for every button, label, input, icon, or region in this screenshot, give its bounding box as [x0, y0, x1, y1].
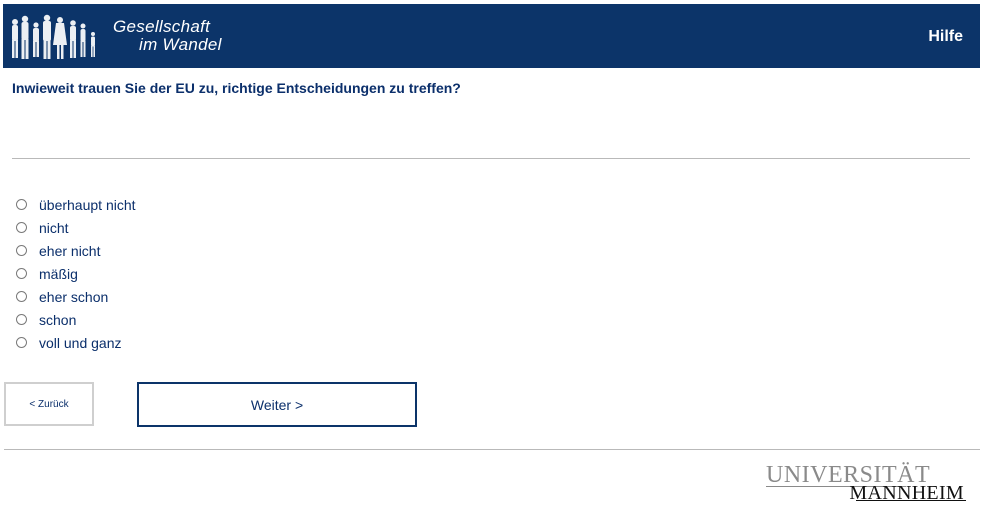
option-ueberhaupt-nicht[interactable]: überhaupt nicht [16, 193, 136, 216]
radio-button[interactable] [16, 314, 27, 325]
radio-button[interactable] [16, 222, 27, 233]
university-mannheim-logo: UNIVERSITÄT MANNHEIM [766, 462, 966, 504]
divider-top [12, 158, 970, 159]
radio-button[interactable] [16, 291, 27, 302]
radio-button[interactable] [16, 245, 27, 256]
option-maessig[interactable]: mäßig [16, 262, 136, 285]
option-schon[interactable]: schon [16, 308, 136, 331]
answer-options: überhaupt nicht nicht eher nicht mäßig e… [16, 193, 136, 354]
radio-button[interactable] [16, 268, 27, 279]
radio-button[interactable] [16, 337, 27, 348]
option-eher-schon[interactable]: eher schon [16, 285, 136, 308]
divider-bottom [4, 449, 980, 450]
option-eher-nicht[interactable]: eher nicht [16, 239, 136, 262]
survey-header: Gesellschaft im Wandel Hilfe [3, 4, 980, 68]
option-nicht[interactable]: nicht [16, 216, 136, 239]
logo-text-line1: Gesellschaft [113, 17, 211, 36]
back-button[interactable]: < Zurück [4, 382, 94, 426]
logo-text-line2: im Wandel [139, 35, 222, 54]
option-label: schon [39, 311, 77, 328]
logo-underline [856, 500, 966, 501]
option-label: eher nicht [39, 242, 101, 259]
option-label: mäßig [39, 265, 78, 282]
next-button[interactable]: Weiter > [137, 382, 417, 427]
help-link[interactable]: Hilfe [928, 28, 963, 46]
option-voll-und-ganz[interactable]: voll und ganz [16, 331, 136, 354]
people-silhouettes-logo [12, 14, 95, 59]
option-label: eher schon [39, 288, 109, 305]
question-text: Inwieweit trauen Sie der EU zu, richtige… [12, 80, 461, 96]
option-label: nicht [39, 219, 69, 236]
radio-button[interactable] [16, 199, 27, 210]
option-label: überhaupt nicht [39, 196, 136, 213]
option-label: voll und ganz [39, 334, 122, 351]
